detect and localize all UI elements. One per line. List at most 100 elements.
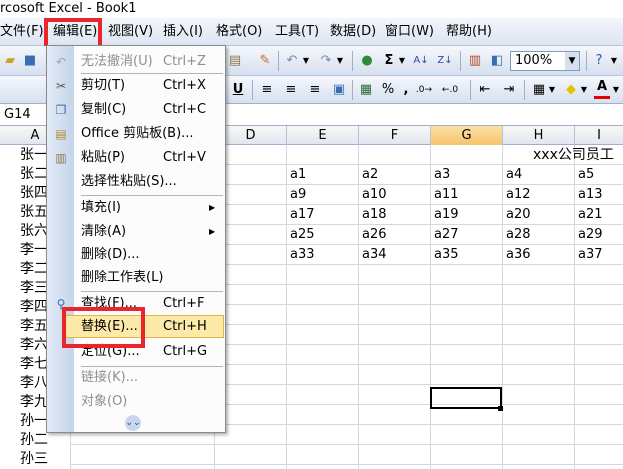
autosum-icon[interactable]: Σ <box>380 51 398 71</box>
data-cell[interactable]: a19 <box>431 205 459 225</box>
menu-data[interactable]: 数据(D) <box>330 18 376 46</box>
chart-wizard-icon[interactable]: ▥ <box>466 51 484 71</box>
menu-item-label: 清除(A) <box>81 224 127 239</box>
menu-window[interactable]: 窗口(W) <box>385 18 434 46</box>
hyperlink-icon[interactable]: ● <box>358 51 376 71</box>
menu-file[interactable]: 文件(F) <box>0 18 44 46</box>
align-right-icon[interactable]: ≡ <box>306 80 324 100</box>
fill-handle[interactable] <box>498 406 503 411</box>
data-cell[interactable]: a4 <box>503 165 522 185</box>
data-cell[interactable]: a10 <box>359 185 387 205</box>
menu-item-shortcut: Ctrl+V <box>163 150 206 165</box>
undo-icon[interactable]: ↶ <box>284 51 300 71</box>
data-cell[interactable]: a29 <box>575 225 603 245</box>
zoom-dropdown-icon[interactable]: ▼ <box>565 52 579 70</box>
sheet-title-cell[interactable]: xxx公司员工 <box>530 145 614 165</box>
data-cell[interactable]: a27 <box>431 225 459 245</box>
menu-item-links[interactable]: 链接(K)... <box>81 367 223 389</box>
data-cell[interactable]: a11 <box>431 185 459 205</box>
percent-button[interactable]: % <box>380 80 396 100</box>
font-color-icon[interactable]: A <box>594 78 610 99</box>
menu-view[interactable]: 视图(V) <box>108 18 153 46</box>
open-folder-icon[interactable]: ▰ <box>2 51 18 71</box>
data-cell[interactable]: a28 <box>503 225 531 245</box>
redo-icon[interactable]: ↷ <box>318 51 334 71</box>
data-cell[interactable]: a36 <box>503 245 531 265</box>
menu-item-cut[interactable]: 剪切(T) Ctrl+X <box>81 75 223 97</box>
menu-item-paste[interactable]: 粘贴(P) Ctrl+V <box>81 147 223 169</box>
edit-menu-dropdown: ↶ 无法撤消(U) Ctrl+Z ✂ 剪切(T) Ctrl+X ❐ 复制(C) … <box>46 45 226 433</box>
undo-dropdown-icon[interactable]: ▼ <box>302 51 310 71</box>
menu-item-shortcut: Ctrl+G <box>163 344 208 359</box>
data-cell[interactable]: a5 <box>575 165 594 185</box>
fill-color-icon[interactable]: ◆ <box>562 80 580 100</box>
active-cell-cursor[interactable] <box>430 387 502 409</box>
menu-item-copy[interactable]: 复制(C) Ctrl+C <box>81 99 223 121</box>
menu-item-label: 粘贴(P) <box>81 150 125 165</box>
data-cell[interactable]: a2 <box>359 165 378 185</box>
cell-a-name[interactable]: 孙三 <box>20 449 70 469</box>
currency-icon[interactable]: ▦ <box>356 80 376 100</box>
data-cell[interactable]: a35 <box>431 245 459 265</box>
data-cell[interactable]: a18 <box>359 205 387 225</box>
toolbar-options-icon[interactable]: ▼ <box>608 51 620 71</box>
fill-color-dropdown-icon[interactable]: ▼ <box>580 80 588 100</box>
menu-item-clear[interactable]: 清除(A) ▶ <box>81 221 223 243</box>
menu-insert[interactable]: 插入(I) <box>163 18 203 46</box>
copy-icon: ❐ <box>55 103 67 117</box>
increase-indent-icon[interactable]: ⇥ <box>500 80 518 100</box>
expand-menu-chevron-icon[interactable]: ⌄⌄ <box>125 415 141 431</box>
redo-dropdown-icon[interactable]: ▼ <box>336 51 344 71</box>
borders-dropdown-icon[interactable]: ▼ <box>548 80 556 100</box>
column-header-g[interactable]: G <box>431 126 503 145</box>
align-center-icon[interactable]: ≡ <box>282 80 300 100</box>
data-cell[interactable]: a12 <box>503 185 531 205</box>
help-icon[interactable]: ? <box>590 51 608 71</box>
data-cell[interactable]: a34 <box>359 245 387 265</box>
menu-item-office-clipboard[interactable]: Office 剪贴板(B)... <box>81 123 223 145</box>
data-cell[interactable]: a33 <box>287 245 315 265</box>
menu-tools[interactable]: 工具(T) <box>275 18 319 46</box>
menu-item-object[interactable]: 对象(O) <box>81 391 223 413</box>
format-painter-icon[interactable]: ✎ <box>256 51 274 71</box>
data-cell[interactable]: a21 <box>575 205 603 225</box>
autosum-dropdown-icon[interactable]: ▼ <box>398 51 406 71</box>
cell-a-name[interactable]: 孙二 <box>20 430 70 450</box>
column-header-f[interactable]: F <box>359 126 431 145</box>
menu-format[interactable]: 格式(O) <box>216 18 262 46</box>
decrease-decimal-icon[interactable]: ←.0 <box>440 80 460 100</box>
data-cell[interactable]: a37 <box>575 245 603 265</box>
data-cell[interactable]: a17 <box>287 205 315 225</box>
sort-descending-icon[interactable]: Z↓ <box>436 51 454 71</box>
scissors-icon: ✂ <box>55 79 67 93</box>
data-cell[interactable]: a9 <box>287 185 306 205</box>
menu-item-label: 剪切(T) <box>81 78 126 93</box>
sort-ascending-icon[interactable]: A↓ <box>412 51 430 71</box>
column-header-h[interactable]: H <box>503 126 575 145</box>
font-color-dropdown-icon[interactable]: ▼ <box>612 80 620 100</box>
align-left-icon[interactable]: ≡ <box>258 80 276 100</box>
menu-help[interactable]: 帮助(H) <box>446 18 492 46</box>
comma-style-button[interactable]: , <box>400 80 412 100</box>
menu-item-delete[interactable]: 删除(D)... <box>81 244 223 266</box>
column-header-e[interactable]: E <box>287 126 359 145</box>
menu-item-undo[interactable]: 无法撤消(U) Ctrl+Z <box>81 51 223 73</box>
data-cell[interactable]: a1 <box>287 165 306 185</box>
menu-item-paste-special[interactable]: 选择性粘贴(S)... <box>81 171 223 193</box>
drawing-icon[interactable]: ◧ <box>488 51 506 71</box>
data-cell[interactable]: a13 <box>575 185 603 205</box>
menu-item-fill[interactable]: 填充(I) ▶ <box>81 197 223 219</box>
underline-button[interactable]: U <box>230 80 246 100</box>
data-cell[interactable]: a20 <box>503 205 531 225</box>
merge-center-icon[interactable]: ▣ <box>330 80 348 100</box>
borders-icon[interactable]: ▦ <box>530 80 548 100</box>
data-cell[interactable]: a26 <box>359 225 387 245</box>
column-header-i[interactable]: I <box>575 126 623 145</box>
data-cell[interactable]: a25 <box>287 225 315 245</box>
increase-decimal-icon[interactable]: .0→ <box>414 80 434 100</box>
menu-item-delete-sheet[interactable]: 删除工作表(L) <box>81 267 223 289</box>
decrease-indent-icon[interactable]: ⇤ <box>476 80 494 100</box>
save-icon[interactable]: ■ <box>22 51 38 71</box>
data-cell[interactable]: a3 <box>431 165 450 185</box>
paste-icon[interactable]: ▤ <box>226 51 244 71</box>
